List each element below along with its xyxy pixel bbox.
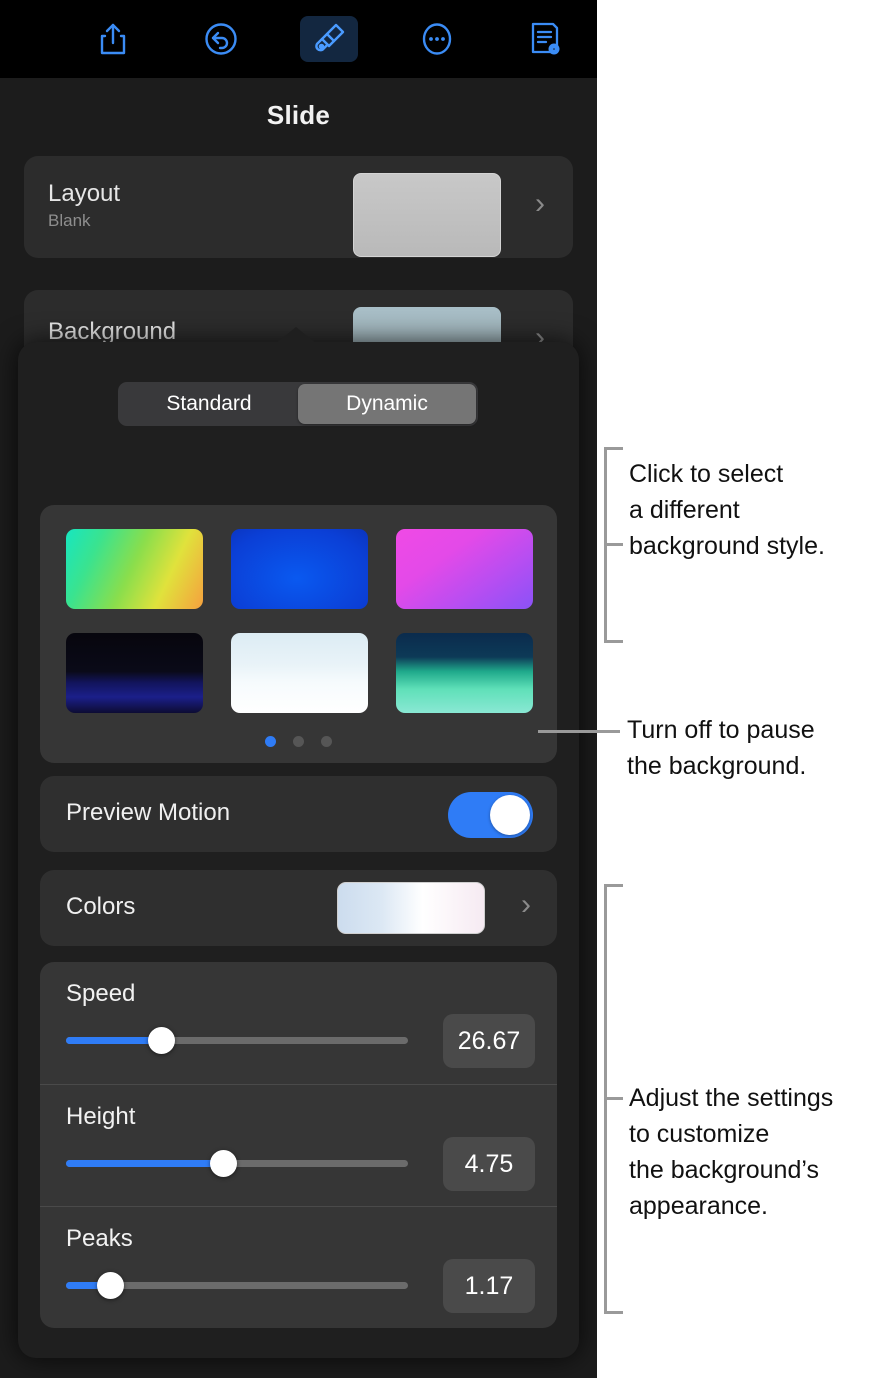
top-toolbar bbox=[0, 0, 597, 78]
style-swatch-0[interactable] bbox=[66, 529, 203, 609]
bracket-tick bbox=[604, 543, 623, 546]
screenshot-root: Slide Layout Blank › Background › Standa… bbox=[0, 0, 880, 1378]
height-slider[interactable] bbox=[66, 1150, 408, 1177]
slider-knob[interactable] bbox=[96, 1272, 124, 1299]
preview-motion-row: Preview Motion bbox=[40, 776, 557, 852]
document-icon bbox=[529, 21, 561, 57]
more-button[interactable] bbox=[408, 16, 466, 62]
style-swatch-3[interactable] bbox=[66, 633, 203, 713]
bracket-tick bbox=[604, 1097, 623, 1100]
segment-dynamic[interactable]: Dynamic bbox=[298, 384, 476, 424]
slider-knob[interactable] bbox=[148, 1027, 176, 1054]
format-brush-button[interactable] bbox=[299, 16, 358, 62]
format-panel: Slide Layout Blank › Background › Standa… bbox=[0, 0, 597, 1378]
page-title: Slide bbox=[266, 100, 331, 130]
speed-label: Speed bbox=[66, 980, 136, 1007]
share-icon bbox=[97, 21, 129, 57]
slider-knob[interactable] bbox=[209, 1150, 237, 1177]
brush-icon bbox=[312, 22, 346, 56]
callout-background-styles: Click to select a different background s… bbox=[629, 460, 825, 560]
layout-value: Blank bbox=[48, 211, 91, 230]
style-swatch-1[interactable] bbox=[231, 529, 368, 609]
toggle-knob bbox=[490, 795, 530, 835]
segment-standard[interactable]: Standard bbox=[120, 384, 298, 424]
height-slider-block: Height 4.75 bbox=[40, 1084, 557, 1206]
slider-fill bbox=[66, 1160, 224, 1167]
bracket-bottom-arm bbox=[604, 640, 623, 643]
callout-bracket-settings bbox=[604, 884, 623, 1314]
background-type-segmented-control[interactable]: Standard Dynamic bbox=[118, 382, 478, 426]
callout-bracket-styles bbox=[604, 447, 623, 643]
speed-slider-block: Speed 26.67 bbox=[40, 962, 557, 1084]
undo-icon bbox=[204, 22, 238, 56]
style-swatch-2[interactable] bbox=[396, 529, 533, 609]
slide-inspector: Slide Layout Blank › Background › Standa… bbox=[0, 78, 597, 1378]
background-popover: Standard Dynamic Preview Motion Colors ›… bbox=[18, 327, 579, 1358]
height-value[interactable]: 4.75 bbox=[443, 1137, 535, 1191]
undo-button[interactable] bbox=[192, 16, 250, 62]
layout-thumbnail[interactable] bbox=[353, 173, 501, 257]
page-dots[interactable] bbox=[40, 736, 557, 747]
speed-value[interactable]: 26.67 bbox=[443, 1014, 535, 1068]
callout-leader-preview-motion bbox=[538, 730, 620, 733]
colors-row[interactable]: Colors › bbox=[40, 870, 557, 946]
chevron-right-icon: › bbox=[521, 888, 531, 921]
style-swatch-5[interactable] bbox=[396, 633, 533, 713]
peaks-slider-block: Peaks 1.17 bbox=[40, 1206, 557, 1328]
chevron-right-icon: › bbox=[535, 187, 545, 220]
page-dot-2[interactable] bbox=[293, 736, 304, 747]
share-button[interactable] bbox=[84, 16, 142, 62]
preview-motion-label: Preview Motion bbox=[66, 799, 231, 826]
background-styles-grid bbox=[66, 529, 533, 713]
peaks-label: Peaks bbox=[66, 1225, 133, 1252]
callout-settings: Adjust the settings to customize the bac… bbox=[629, 1084, 834, 1220]
height-label: Height bbox=[66, 1103, 136, 1130]
speed-slider[interactable] bbox=[66, 1027, 408, 1054]
page-dot-3[interactable] bbox=[321, 736, 332, 747]
layout-row[interactable]: Layout Blank › bbox=[24, 156, 573, 258]
peaks-slider[interactable] bbox=[66, 1272, 408, 1299]
bracket-bottom-arm bbox=[604, 1311, 623, 1314]
bracket-top-arm bbox=[604, 447, 623, 450]
callout-preview-motion: Turn off to pause the background. bbox=[627, 716, 815, 780]
layout-text: Layout Blank bbox=[48, 180, 120, 231]
peaks-value[interactable]: 1.17 bbox=[443, 1259, 535, 1313]
background-styles-card bbox=[40, 505, 557, 763]
document-options-button[interactable] bbox=[516, 16, 574, 62]
preview-motion-toggle[interactable] bbox=[448, 792, 533, 838]
colors-label: Colors bbox=[66, 893, 136, 920]
layout-label: Layout bbox=[48, 180, 121, 207]
bracket-top-arm bbox=[604, 884, 623, 887]
page-dot-1[interactable] bbox=[265, 736, 276, 747]
colors-swatch[interactable] bbox=[337, 882, 485, 934]
popover-arrow bbox=[276, 327, 316, 343]
more-icon bbox=[420, 22, 454, 56]
style-swatch-4[interactable] bbox=[231, 633, 368, 713]
settings-sliders-card: Speed 26.67 Height 4.75 Peaks 1.17 bbox=[40, 962, 557, 1328]
